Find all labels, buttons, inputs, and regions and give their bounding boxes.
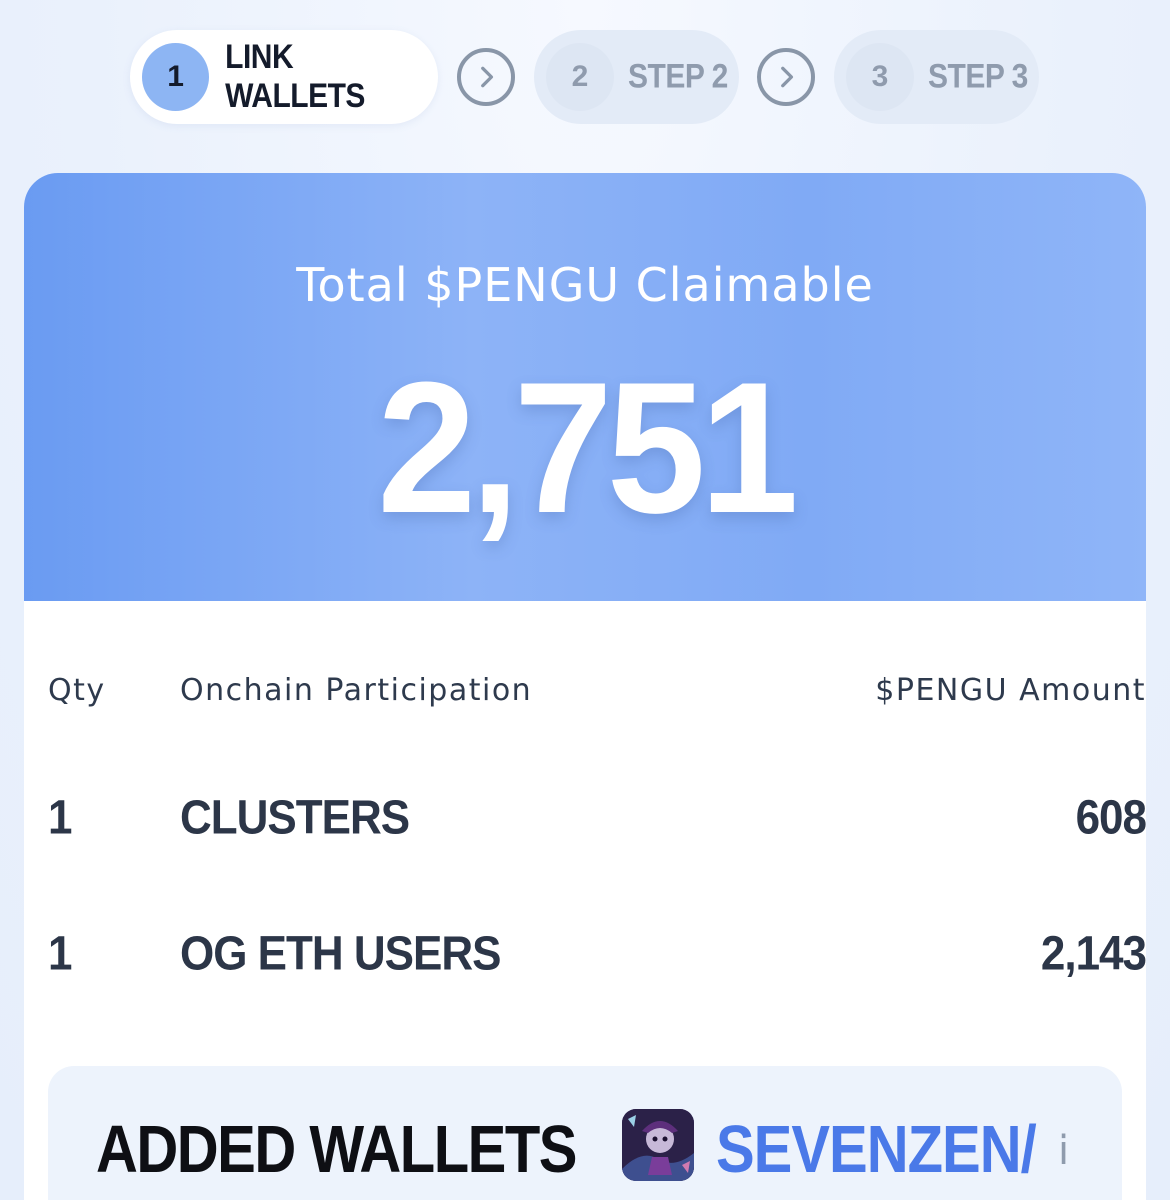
row-participation: CLUSTERS: [180, 790, 410, 845]
stepper: 1 LINK WALLETS 2 STEP 2 3 STEP 3: [0, 30, 1170, 126]
header-qty: Qty: [48, 673, 106, 708]
chevron-right-icon: [457, 48, 515, 106]
info-icon[interactable]: i: [1058, 1128, 1069, 1174]
row-amount: 608: [1075, 790, 1146, 845]
avatar: [622, 1109, 694, 1181]
row-participation: OG ETH USERS: [180, 926, 501, 981]
claimable-total: 2,751: [377, 343, 798, 552]
step-number: 3: [846, 43, 914, 111]
step-number: 1: [142, 43, 210, 111]
added-wallets-panel: ADDED WALLETS SEVENZEN/ i: [48, 1066, 1122, 1200]
table-row: 1 CLUSTERS 608: [48, 790, 1146, 853]
step-label: STEP 3: [928, 57, 1028, 96]
step-label: LINK WALLETS: [225, 37, 365, 115]
claimable-title: Total $PENGU Claimable: [296, 258, 874, 312]
wallet-name-link[interactable]: SEVENZEN/: [716, 1111, 1037, 1188]
added-wallets-title: ADDED WALLETS: [96, 1112, 577, 1187]
chevron-right-icon: [757, 48, 815, 106]
step-2[interactable]: 2 STEP 2: [534, 30, 739, 124]
step-3[interactable]: 3 STEP 3: [834, 30, 1039, 124]
row-amount: 2,143: [1040, 926, 1146, 981]
claimable-hero: Total $PENGU Claimable 2,751: [24, 173, 1146, 601]
row-qty: 1: [48, 790, 73, 845]
step-label: STEP 2: [628, 57, 728, 96]
header-participation: Onchain Participation: [180, 673, 533, 708]
row-qty: 1: [48, 926, 73, 981]
header-amount: $PENGU Amount: [875, 673, 1146, 708]
step-1-link-wallets[interactable]: 1 LINK WALLETS: [130, 30, 438, 124]
claim-card: Total $PENGU Claimable 2,751 Qty Onchain…: [24, 173, 1146, 1200]
step-number: 2: [546, 43, 614, 111]
table-row: 1 OG ETH USERS 2,143: [48, 926, 1146, 989]
